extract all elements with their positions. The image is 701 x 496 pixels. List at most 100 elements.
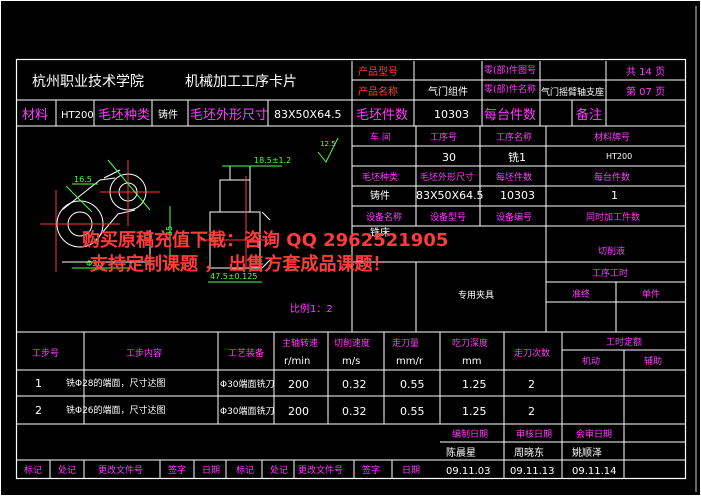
bottom-label-mark-2: 标记 bbox=[236, 464, 254, 476]
row2-passes: 2 bbox=[528, 405, 535, 418]
bottom-label-change-2: 更改文件号 bbox=[298, 464, 343, 476]
bottom-label-sign-2: 签字 bbox=[362, 464, 380, 476]
op-name: 铣1 bbox=[508, 150, 526, 164]
row1-feed: 0.55 bbox=[400, 378, 425, 391]
reviewer-name: 周晓东 bbox=[514, 446, 544, 459]
row1-no: 1 bbox=[35, 377, 42, 390]
equip-model-label: 设备型号 bbox=[430, 211, 466, 223]
blank-count-label-2: 每坯件数 bbox=[496, 171, 532, 183]
part-no-label: 零(部)件图号 bbox=[484, 64, 536, 76]
remarks-label: 备注 bbox=[576, 107, 602, 123]
aux-time-label: 辅助 bbox=[644, 355, 662, 367]
equip-name-label: 设备名称 bbox=[366, 211, 402, 223]
op-name-label: 工序名称 bbox=[496, 131, 532, 143]
watermark-line-2: 支持定制课题 ， 出售方套成品课题！ bbox=[89, 253, 391, 275]
material-value: HT200 bbox=[61, 110, 94, 121]
part-name: 气门摇臂轴支座 bbox=[541, 86, 604, 98]
review-date: 09.11.13 bbox=[510, 466, 555, 477]
spindle-speed-header: 主轴转速 bbox=[282, 337, 318, 349]
page-number: 第 07 页 bbox=[626, 85, 665, 98]
per-unit-2: 1 bbox=[611, 189, 618, 202]
signer-name: 姚顺泽 bbox=[572, 446, 602, 459]
dim-left: 16.5 bbox=[74, 175, 92, 184]
total-pages: 共 14 页 bbox=[626, 66, 665, 78]
row2-vc: 0.32 bbox=[342, 405, 367, 418]
row2-no: 2 bbox=[35, 404, 42, 417]
review-date-label: 审核日期 bbox=[516, 428, 552, 440]
edit-date: 09.11.03 bbox=[446, 466, 491, 477]
blank-size-value: 83X50X64.5 bbox=[274, 108, 342, 121]
workshop-label: 车 间 bbox=[370, 131, 391, 143]
row2-content: 铣Φ26的端面，尺寸达图 bbox=[66, 404, 166, 416]
row1-speed: 200 bbox=[288, 378, 309, 391]
blank-size-label: 毛坯外形尺寸 bbox=[190, 108, 268, 123]
mat-grade-label: 材料牌号 bbox=[594, 131, 630, 143]
row1-tool: Φ30端面铣刀 bbox=[220, 378, 275, 390]
row1-vc: 0.32 bbox=[342, 378, 367, 391]
op-no-label: 工序号 bbox=[430, 131, 457, 143]
editor-name: 陈晨星 bbox=[446, 446, 476, 459]
row2-depth: 1.25 bbox=[462, 405, 487, 418]
bottom-label-sign-1: 签字 bbox=[168, 464, 186, 476]
blank-type-label-2: 毛坯种类 bbox=[362, 171, 398, 183]
op-no: 30 bbox=[442, 151, 456, 164]
scale-note: 比例1：2 bbox=[290, 302, 333, 315]
blank-count-label: 毛坯件数 bbox=[356, 108, 408, 123]
row2-speed: 200 bbox=[288, 405, 309, 418]
mat-grade: HT200 bbox=[606, 152, 632, 161]
blank-count-2: 10303 bbox=[500, 189, 535, 202]
per-unit-label-2: 每台件数 bbox=[594, 171, 630, 183]
prep-label: 准终 bbox=[572, 288, 590, 300]
depth-header: 吃刀深度 bbox=[452, 337, 488, 349]
row2-feed: 0.55 bbox=[400, 405, 425, 418]
row2-tool: Φ30端面铣刀 bbox=[220, 405, 275, 417]
product-name-label: 产品名称 bbox=[358, 85, 398, 98]
school-name: 杭州职业技术学院 bbox=[32, 74, 144, 90]
bottom-label-place-2: 处记 bbox=[270, 464, 288, 476]
blank-count-value: 10303 bbox=[434, 108, 469, 121]
sign-date-label: 会审日期 bbox=[576, 428, 612, 440]
bottom-label-place-1: 处记 bbox=[58, 464, 76, 476]
blank-type-label: 毛坯种类 bbox=[98, 108, 150, 123]
process-card-drawing: 杭州职业技术学院 机械加工工序卡片 产品型号 产品名称 气门组件 零(部)件图号… bbox=[0, 0, 701, 496]
part-name-label: 零(部)件名称 bbox=[484, 83, 536, 95]
product-model-label: 产品型号 bbox=[358, 65, 398, 78]
watermark-line-1: 购买原稿充值下载：咨询 QQ 2962521905 bbox=[82, 229, 448, 251]
product-name: 气门组件 bbox=[428, 85, 468, 98]
blank-size-label-2: 毛坯外形尺寸 bbox=[420, 171, 474, 183]
unit-rpm: r/min bbox=[284, 356, 310, 367]
dim-top: 18.5±1.2 bbox=[254, 156, 291, 165]
row1-content: 铣Φ28的端面，尺寸达图 bbox=[66, 377, 166, 389]
step-no-header: 工步号 bbox=[32, 348, 59, 359]
card-title: 机械加工工序卡片 bbox=[185, 74, 297, 90]
simul-label: 同时加工件数 bbox=[586, 211, 640, 223]
unit-label: 单件 bbox=[642, 288, 660, 300]
tooling-header: 工艺装备 bbox=[228, 347, 264, 359]
feed-header: 走刀量 bbox=[392, 338, 419, 349]
per-unit-label: 每台件数 bbox=[484, 107, 536, 123]
row1-depth: 1.25 bbox=[462, 378, 487, 391]
blank-type-value: 铸件 bbox=[158, 108, 178, 121]
equip-no-label: 设备编号 bbox=[496, 211, 532, 223]
row1-passes: 2 bbox=[528, 378, 535, 391]
op-hours-label: 工序工时 bbox=[592, 267, 628, 279]
edit-date-label: 编制日期 bbox=[452, 428, 488, 440]
unit-mmr: mm/r bbox=[396, 356, 424, 367]
bottom-label-date-2: 日期 bbox=[402, 465, 420, 476]
bottom-label-date-1: 日期 bbox=[202, 465, 220, 476]
coolant-label: 切削液 bbox=[598, 245, 625, 257]
fixture-name: 专用夹具 bbox=[458, 289, 494, 301]
bottom-label-change-1: 更改文件号 bbox=[98, 464, 143, 476]
unit-mm: mm bbox=[462, 356, 481, 367]
roughness-value: 12.5 bbox=[320, 140, 336, 148]
blank-size-2: 83X50X64.5 bbox=[416, 189, 484, 202]
blank-type-2: 铸件 bbox=[370, 189, 390, 202]
material-label: 材料 bbox=[22, 108, 48, 123]
passes-header: 走刀次数 bbox=[514, 347, 550, 359]
sign-date: 09.11.14 bbox=[572, 466, 617, 477]
bottom-label-mark-1: 标记 bbox=[24, 464, 42, 476]
unit-ms: m/s bbox=[342, 356, 360, 367]
cutting-speed-header: 切削速度 bbox=[334, 337, 370, 349]
time-quota-header: 工时定额 bbox=[606, 336, 642, 348]
step-content-header: 工步内容 bbox=[126, 347, 162, 359]
